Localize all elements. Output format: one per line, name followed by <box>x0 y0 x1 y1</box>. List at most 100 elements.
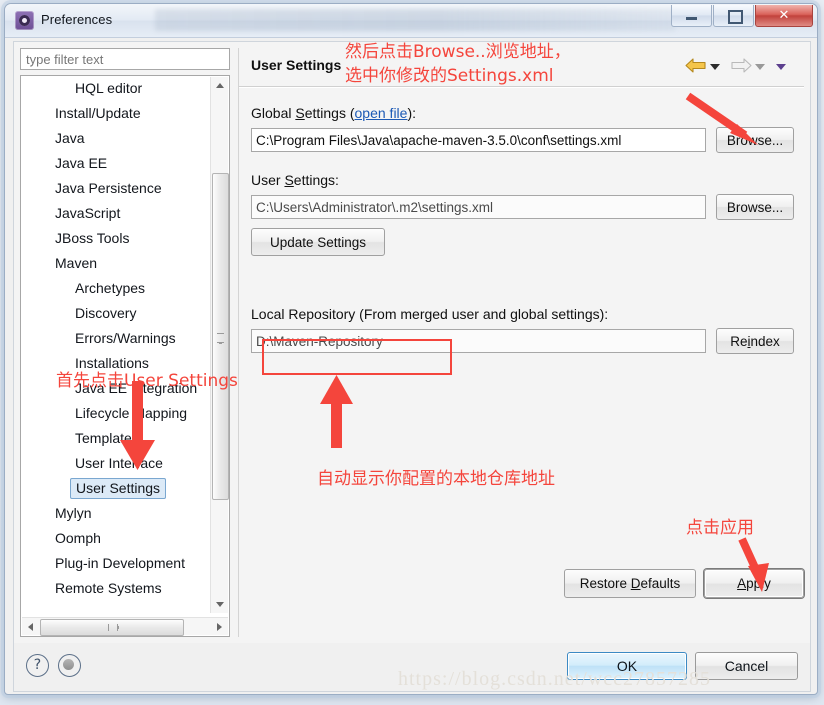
global-settings-label-prefix: Global <box>251 105 296 121</box>
tree-item-label: Templates <box>75 430 139 446</box>
tree-item-label: Oomph <box>55 530 101 546</box>
tree-item-user-settings[interactable]: User Settings <box>21 476 207 501</box>
global-settings-label: Global Settings (open file): <box>251 105 416 121</box>
user-settings-label-mnemonic: S <box>284 172 294 188</box>
global-settings-label-suffix: ettings ( <box>304 105 355 121</box>
tree-item-errors-warnings[interactable]: Errors/Warnings <box>21 326 207 351</box>
global-settings-browse-button[interactable]: Browse... <box>716 127 794 153</box>
update-settings-button[interactable]: Update Settings <box>251 228 385 256</box>
tree-item-oomph[interactable]: Oomph <box>21 526 207 551</box>
restore-defaults-button[interactable]: Restore Defaults <box>564 569 696 598</box>
tree-item-label: Lifecycle Mapping <box>75 405 188 421</box>
maximize-icon <box>728 10 743 24</box>
tree-item-label: Install/Update <box>55 105 141 121</box>
close-icon: ✕ <box>778 8 790 23</box>
scroll-left-icon[interactable] <box>22 618 39 635</box>
user-settings-browse-button[interactable]: Browse... <box>716 194 794 220</box>
tree-item-javascript[interactable]: JavaScript <box>21 201 207 226</box>
tree-horizontal-scrollbar[interactable] <box>22 617 228 636</box>
tree-item-label: JavaScript <box>55 205 121 221</box>
panel-divider <box>239 86 804 88</box>
tree-item-label: Remote Systems <box>55 580 162 596</box>
tree-item-installations[interactable]: Installations <box>21 351 207 376</box>
open-file-link[interactable]: open file <box>355 105 408 121</box>
info-circle-icon[interactable] <box>58 654 81 677</box>
tree-item-label: Java <box>55 130 85 146</box>
tree-item-label: Mylyn <box>55 505 92 521</box>
user-settings-input[interactable]: C:\Users\Administrator\.m2\settings.xml <box>251 195 706 219</box>
tree-item-label: Java EE Integration <box>75 380 198 396</box>
tree-item-templates[interactable]: Templates <box>21 426 207 451</box>
restore-defaults-suffix: efaults <box>640 576 681 591</box>
reindex-label-suffix: ndex <box>750 334 780 349</box>
close-button[interactable]: ✕ <box>755 5 813 27</box>
tree-item-label: User Settings <box>70 478 167 499</box>
minimize-button[interactable] <box>671 5 712 27</box>
tree-item-discovery[interactable]: Discovery <box>21 301 207 326</box>
tree-item-java-ee[interactable]: Java EE <box>21 151 207 176</box>
maximize-button[interactable] <box>713 5 754 27</box>
restore-defaults-prefix: Restore <box>579 576 631 591</box>
tree-item-label: User Interface <box>75 455 163 471</box>
tree-scroll-content: HQL editor Install/Update Java Java EE Java … <box>21 76 207 613</box>
global-settings-input[interactable]: C:\Program Files\Java\apache-maven-3.5.0… <box>251 128 706 152</box>
tree-item-label: Plug-in Development <box>55 555 185 571</box>
filter-input[interactable]: type filter text <box>20 48 230 70</box>
preferences-tree[interactable]: HQL editor Install/Update Java Java EE Java … <box>20 75 230 637</box>
back-arrow-icon[interactable] <box>685 57 707 74</box>
forward-dropdown-icon <box>754 59 767 72</box>
tree-item-jboss-tools[interactable]: JBoss Tools <box>21 226 207 251</box>
cancel-button[interactable]: Cancel <box>695 652 798 680</box>
tree-item-java-ee-integration[interactable]: Java EE Integration <box>21 376 207 401</box>
scroll-right-icon[interactable] <box>211 618 228 635</box>
tree-item-label: HQL editor <box>75 80 143 96</box>
window-title: Preferences <box>41 12 113 27</box>
user-settings-label-suffix: ettings: <box>293 172 339 188</box>
scroll-down-icon[interactable] <box>211 596 228 613</box>
reindex-button[interactable]: Reindex <box>716 328 794 354</box>
help-icon[interactable]: ? <box>26 654 49 677</box>
tree-item-maven[interactable]: Maven <box>21 251 207 276</box>
tree-item-archetypes[interactable]: Archetypes <box>21 276 207 301</box>
tree-item-label: Errors/Warnings <box>75 330 176 346</box>
view-menu-icon[interactable] <box>775 59 788 72</box>
ok-button[interactable]: OK <box>567 652 687 680</box>
tree-item-java-persistence[interactable]: Java Persistence <box>21 176 207 201</box>
user-settings-panel: User Settings Global Settings (open file… <box>238 48 804 637</box>
tree-item-install-update[interactable]: Install/Update <box>21 101 207 126</box>
vertical-scroll-thumb[interactable] <box>212 173 229 500</box>
preferences-gear-icon <box>15 11 34 30</box>
tree-item-user-interface[interactable]: User Interface <box>21 451 207 476</box>
tree-item-java[interactable]: Java <box>21 126 207 151</box>
screenshot-root: Preferences ✕ type filter text HQL edito… <box>0 0 824 705</box>
local-repository-label: Local Repository (From merged user and g… <box>251 306 609 322</box>
forward-arrow-icon <box>730 57 752 74</box>
title-bar-glare <box>155 9 675 31</box>
tree-item-label: Java EE <box>55 155 108 171</box>
tree-item-mylyn[interactable]: Mylyn <box>21 501 207 526</box>
minimize-icon <box>686 17 697 20</box>
back-dropdown-icon[interactable] <box>709 59 722 72</box>
scroll-up-icon[interactable] <box>211 77 228 94</box>
tree-item-label: Archetypes <box>75 280 146 296</box>
tree-item-label: Discovery <box>75 305 137 321</box>
tree-item-plug-in-development[interactable]: Plug-in Development <box>21 551 207 576</box>
page-title: User Settings <box>251 57 342 73</box>
apply-button[interactable]: Apply <box>704 569 804 598</box>
title-bar: Preferences ✕ <box>5 4 817 38</box>
tree-vertical-scrollbar[interactable] <box>210 77 229 613</box>
global-settings-label-end: ): <box>407 105 417 121</box>
tree-item-label: Java Persistence <box>55 180 162 196</box>
tree-item-label: JBoss Tools <box>55 230 130 246</box>
global-settings-label-mnemonic: S <box>295 105 305 121</box>
user-settings-label: User Settings: <box>251 172 339 188</box>
tree-item-label: Installations <box>75 355 149 371</box>
tree-item-remote-systems[interactable]: Remote Systems <box>21 576 207 601</box>
tree-item-hql-editor[interactable]: HQL editor <box>21 76 207 101</box>
local-repository-input[interactable]: D:\Maven-Repository <box>251 329 706 353</box>
window-controls: ✕ <box>670 5 813 27</box>
horizontal-scroll-thumb[interactable] <box>40 619 184 636</box>
tree-item-lifecycle-mapping[interactable]: Lifecycle Mapping <box>21 401 207 426</box>
apply-mnemonic: A <box>737 576 747 591</box>
restore-defaults-mnemonic: D <box>630 576 641 591</box>
